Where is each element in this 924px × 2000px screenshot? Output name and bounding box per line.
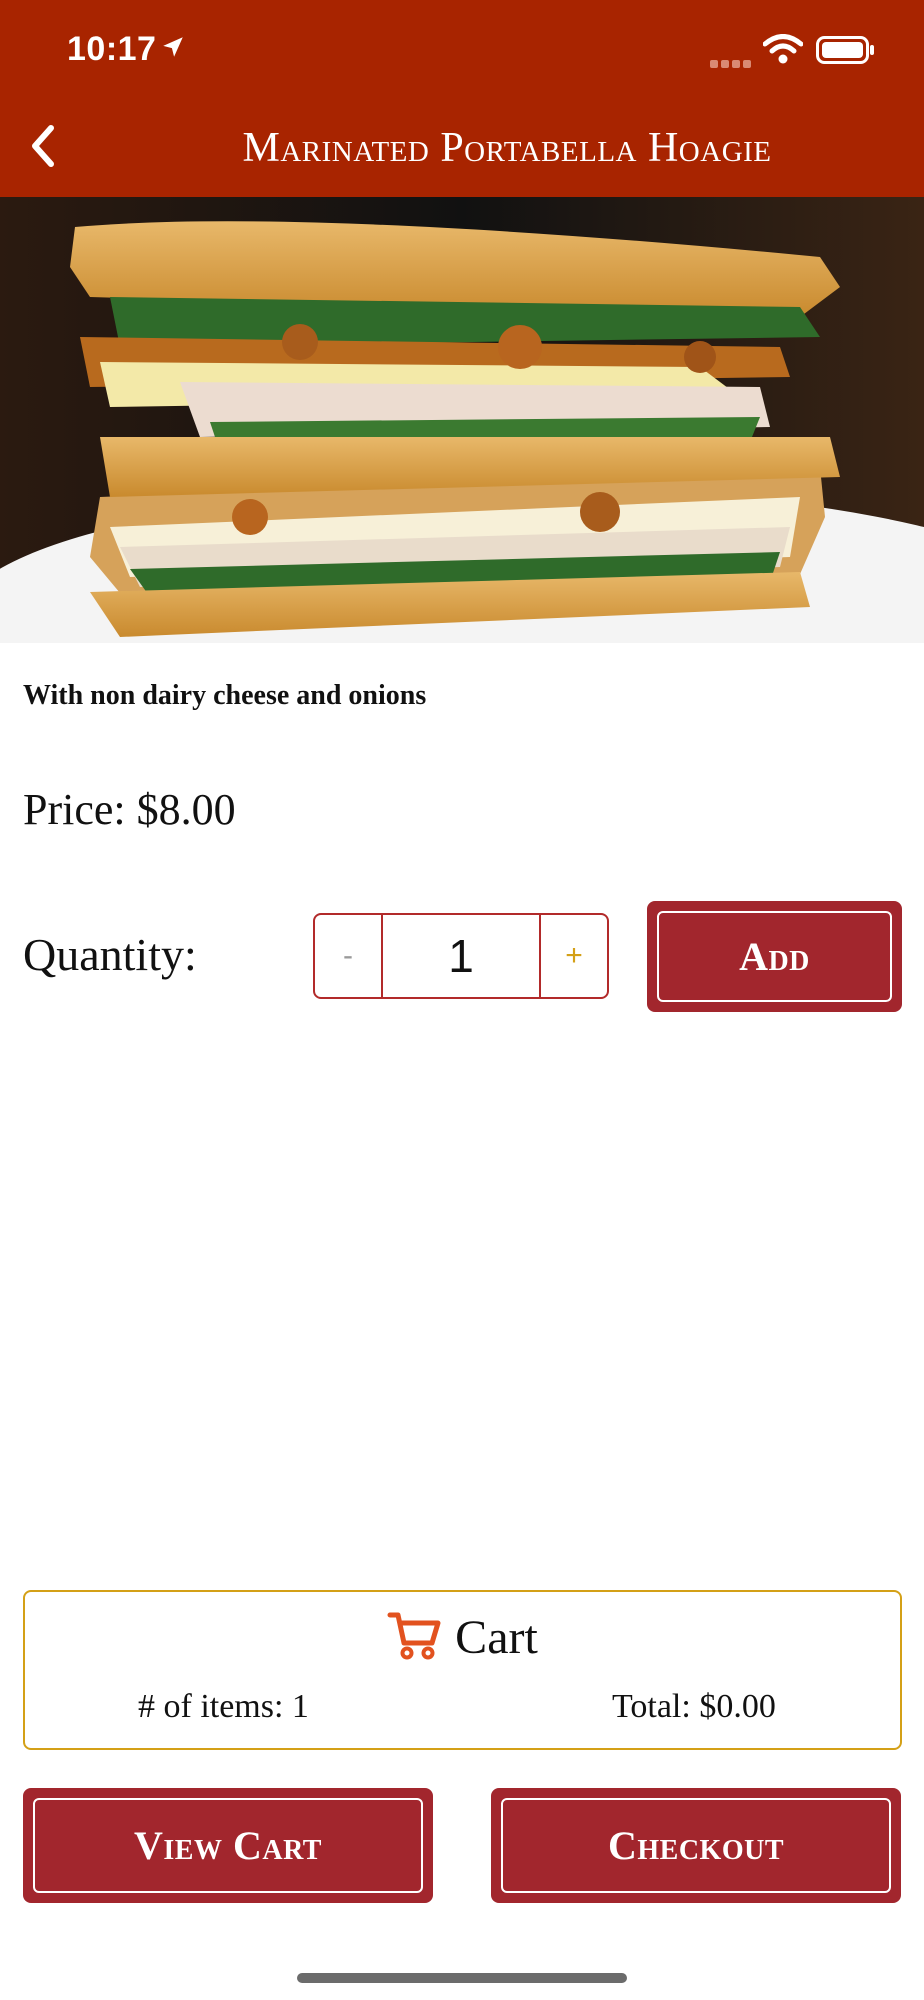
home-indicator: [297, 1973, 627, 1983]
add-button-label: Add: [657, 911, 892, 1002]
view-cart-button[interactable]: View Cart: [23, 1788, 433, 1903]
quantity-stepper: - 1 +: [313, 913, 609, 999]
wifi-icon: [762, 34, 804, 69]
cellular-signal-icon: [710, 56, 754, 74]
chevron-left-icon: [29, 124, 57, 173]
checkout-button-label: Checkout: [501, 1798, 891, 1893]
battery-icon: [816, 36, 876, 69]
cart-total: Total: $0.00: [612, 1688, 776, 1725]
status-time: 10:17: [67, 30, 157, 68]
product-price: Price: $8.00: [23, 785, 236, 834]
product-description: With non dairy cheese and onions: [23, 680, 427, 711]
decrement-button[interactable]: -: [315, 915, 383, 997]
checkout-button[interactable]: Checkout: [491, 1788, 901, 1903]
quantity-label: Quantity:: [23, 929, 197, 980]
cart-title: Cart: [455, 1610, 538, 1664]
quantity-value[interactable]: 1: [383, 915, 539, 997]
product-image: [0, 197, 924, 643]
location-arrow-icon: [160, 34, 186, 65]
shopping-cart-icon: [387, 1610, 441, 1665]
cart-summary: Cart # of items: 1 Total: $0.00: [23, 1590, 902, 1750]
increment-button[interactable]: +: [539, 915, 607, 997]
cart-header: Cart: [25, 1602, 900, 1672]
add-button[interactable]: Add: [647, 901, 902, 1012]
view-cart-button-label: View Cart: [33, 1798, 423, 1893]
app-header: 10:17 Marinated Portabella Hoagie: [0, 0, 924, 197]
page-title: Marinated Portabella Hoagie: [242, 125, 772, 171]
cart-item-count: # of items: 1: [138, 1688, 309, 1725]
back-button[interactable]: [18, 118, 68, 178]
